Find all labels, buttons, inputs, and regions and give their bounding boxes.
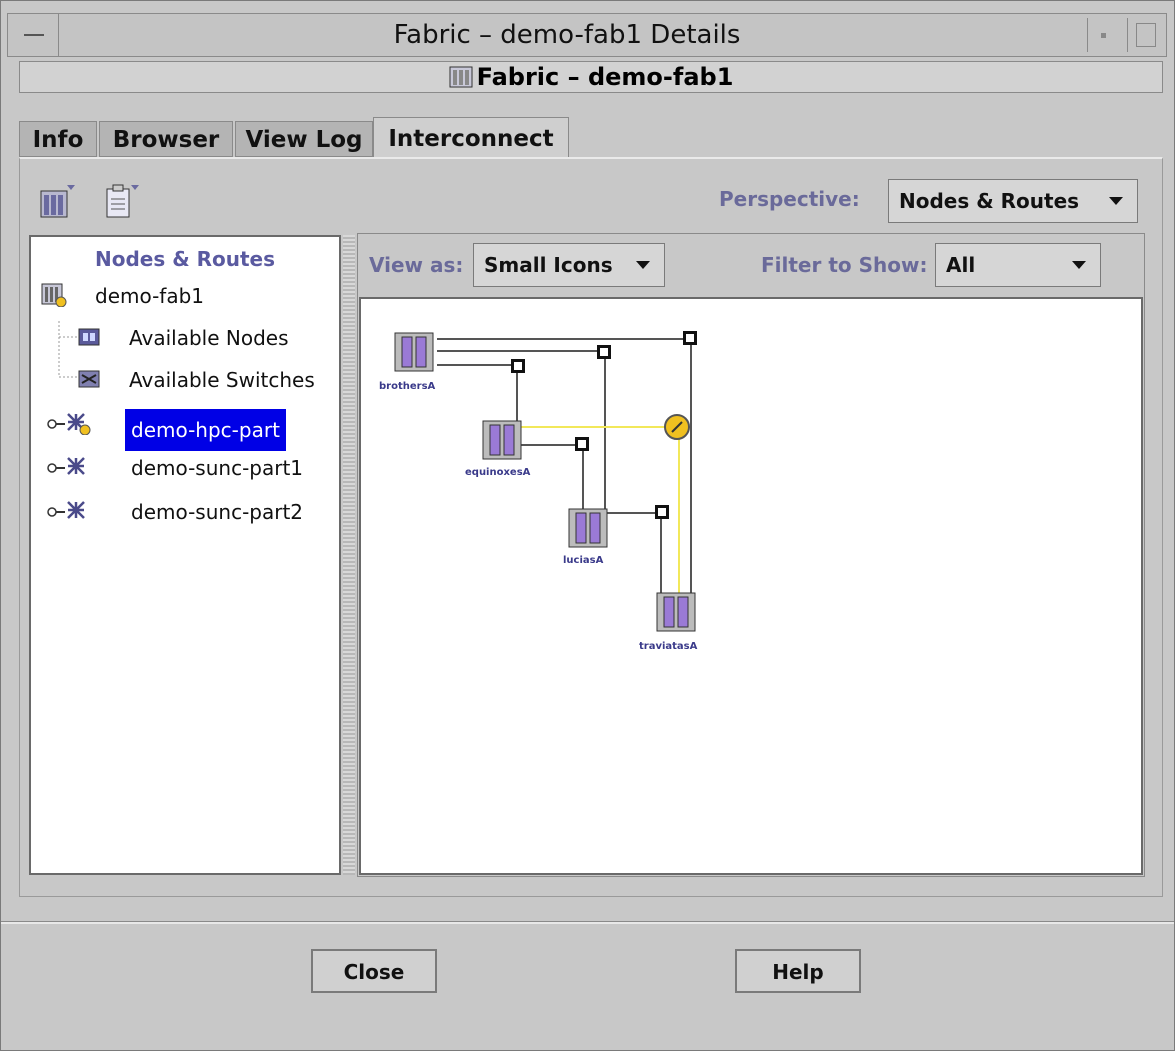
partition-icon bbox=[67, 501, 85, 519]
node-brothersA[interactable] bbox=[394, 332, 434, 372]
title-bar: Fabric – demo-fab1 Details bbox=[7, 13, 1167, 57]
view-as-label: View as: bbox=[369, 253, 464, 277]
perspective-dropdown[interactable]: Nodes & Routes bbox=[888, 179, 1138, 223]
topology-diagram: brothersA equinoxesA luciasA traviatasA bbox=[379, 331, 698, 652]
node-label: luciasA bbox=[563, 555, 604, 566]
window-menu-button[interactable] bbox=[8, 14, 59, 56]
tree-item-label: demo-hpc-part bbox=[125, 409, 286, 451]
filter-value: All bbox=[946, 253, 976, 277]
fabric-details-window: Fabric – demo-fab1 Details Fabric – demo… bbox=[0, 0, 1175, 1051]
topology-canvas: brothersA equinoxesA luciasA traviatasA bbox=[359, 297, 1143, 875]
view-as-dropdown[interactable]: Small Icons bbox=[473, 243, 665, 287]
expand-handle-icon[interactable] bbox=[47, 417, 65, 431]
close-button[interactable]: Close bbox=[311, 949, 437, 993]
fabric-view-button[interactable] bbox=[39, 183, 79, 221]
filter-label: Filter to Show: bbox=[761, 253, 928, 277]
tab-info[interactable]: Info bbox=[19, 121, 97, 157]
chevron-down-icon bbox=[636, 261, 650, 269]
node-label: equinoxesA bbox=[465, 467, 531, 478]
tree-item-label: demo-fab1 bbox=[95, 284, 205, 308]
help-button[interactable]: Help bbox=[735, 949, 861, 993]
separator bbox=[1, 921, 1174, 924]
tree-item-label: demo-sunc-part2 bbox=[131, 500, 304, 524]
perspective-label: Perspective: bbox=[719, 187, 860, 211]
tab-browser[interactable]: Browser bbox=[99, 121, 233, 157]
expand-handle-icon[interactable] bbox=[47, 505, 65, 519]
node-traviatasA[interactable] bbox=[656, 592, 696, 632]
partition-icon bbox=[67, 413, 91, 435]
fabric-icon bbox=[41, 283, 67, 307]
node-label: traviatasA bbox=[639, 641, 698, 652]
tab-view-log[interactable]: View Log bbox=[235, 121, 373, 157]
tree-item-label: Available Nodes bbox=[129, 326, 289, 350]
node-luciasA[interactable] bbox=[568, 508, 608, 548]
nodes-routes-tree: Nodes & Routes demo-fab1 Available Nodes bbox=[29, 235, 341, 875]
chevron-down-icon bbox=[1072, 261, 1086, 269]
nodes-icon bbox=[78, 328, 100, 346]
page-header: Fabric – demo-fab1 bbox=[19, 61, 1163, 93]
chevron-down-icon bbox=[1109, 197, 1123, 205]
window-title: Fabric – demo-fab1 Details bbox=[393, 20, 741, 50]
node-label: brothersA bbox=[379, 381, 436, 392]
tree-item-label: demo-sunc-part1 bbox=[131, 456, 304, 480]
maximize-button[interactable] bbox=[1127, 18, 1162, 52]
tree-item-label: Available Switches bbox=[129, 368, 315, 392]
view-as-value: Small Icons bbox=[484, 253, 613, 277]
expand-handle-icon[interactable] bbox=[47, 461, 65, 475]
report-button[interactable] bbox=[103, 183, 143, 221]
split-pane-divider[interactable] bbox=[343, 235, 355, 875]
page-title: Fabric – demo-fab1 bbox=[476, 63, 734, 91]
tab-interconnect[interactable]: Interconnect bbox=[373, 117, 569, 159]
node-equinoxesA[interactable] bbox=[482, 420, 522, 460]
filter-dropdown[interactable]: All bbox=[935, 243, 1101, 287]
fabric-icon bbox=[449, 66, 473, 88]
minimize-button[interactable] bbox=[1087, 18, 1122, 52]
perspective-value: Nodes & Routes bbox=[899, 189, 1080, 213]
switches-icon bbox=[78, 370, 100, 388]
partition-icon bbox=[67, 457, 85, 475]
